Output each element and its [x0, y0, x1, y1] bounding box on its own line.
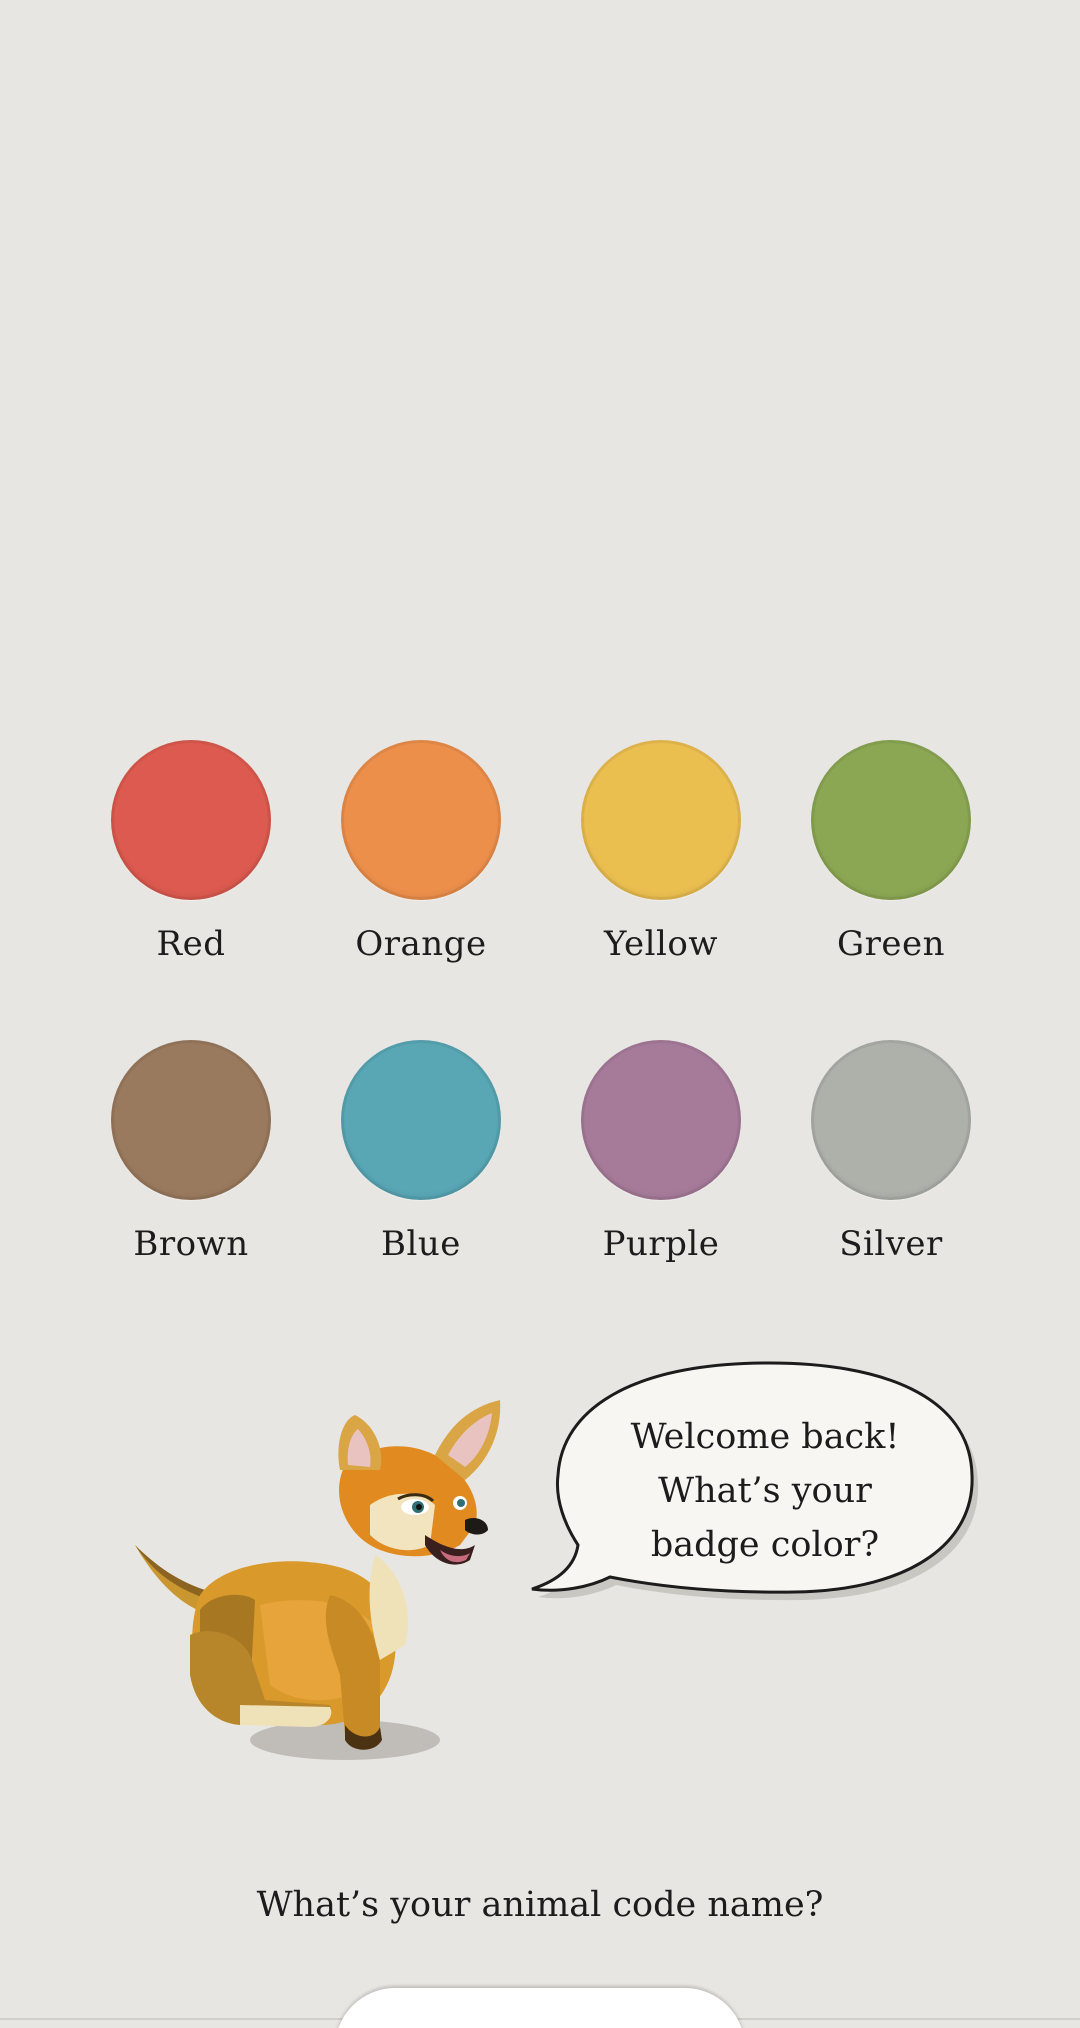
swatch-label-blue: Blue: [381, 1224, 461, 1264]
bubble-line-2: What’s your: [658, 1471, 872, 1511]
bubble-line-1: Welcome back!: [630, 1417, 900, 1457]
swatch-label-yellow: Yellow: [604, 924, 718, 964]
swatch-label-purple: Purple: [602, 1224, 720, 1264]
brown-circle[interactable]: [111, 1040, 271, 1200]
swatch-label-orange: Orange: [355, 924, 487, 964]
swatch-blue[interactable]: Blue: [321, 1040, 521, 1310]
silver-circle[interactable]: [811, 1040, 971, 1200]
speech-bubble-text: Welcome back! What’s your badge color?: [600, 1410, 930, 1572]
code-name-prompt: What’s your animal code name?: [256, 1885, 824, 1925]
red-circle[interactable]: [111, 740, 271, 900]
swatch-label-red: Red: [156, 924, 226, 964]
swatch-red[interactable]: Red: [91, 740, 291, 1010]
blue-circle[interactable]: [341, 1040, 501, 1200]
swatch-purple[interactable]: Purple: [561, 1040, 761, 1310]
swatch-brown[interactable]: Brown: [91, 1040, 291, 1310]
orange-circle[interactable]: [341, 740, 501, 900]
yellow-circle[interactable]: [581, 740, 741, 900]
bubble-line-3: badge color?: [650, 1525, 880, 1565]
swatch-silver[interactable]: Silver: [791, 1040, 991, 1310]
badge-color-screen: Red Orange Yellow Green Brown Blue Purpl…: [0, 0, 1080, 2028]
swatch-label-silver: Silver: [839, 1224, 943, 1264]
fox-mascot-icon: [135, 1400, 501, 1760]
swatch-label-brown: Brown: [133, 1224, 249, 1264]
swatch-label-green: Green: [836, 924, 946, 964]
purple-circle[interactable]: [581, 1040, 741, 1200]
swatch-green[interactable]: Green: [791, 740, 991, 1010]
swatch-yellow[interactable]: Yellow: [561, 740, 761, 1010]
green-circle[interactable]: [811, 740, 971, 900]
bottom-pull-tab[interactable]: [335, 1988, 745, 2028]
swatch-orange[interactable]: Orange: [321, 740, 521, 1010]
